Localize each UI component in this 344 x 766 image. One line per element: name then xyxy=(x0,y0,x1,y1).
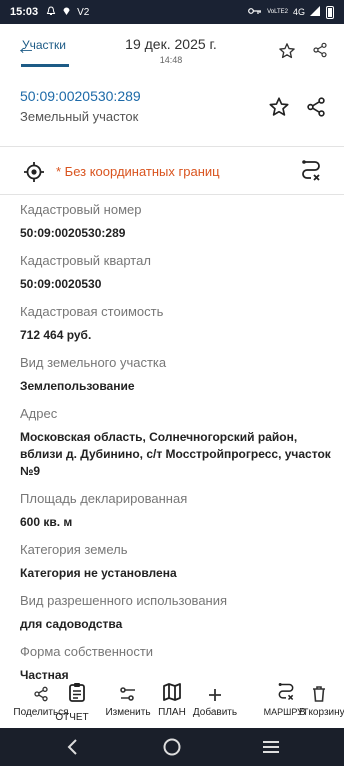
field-label: Кадастровый квартал xyxy=(20,253,151,268)
field-cadastral-quarter: Кадастровый квартал 50:09:0020530 xyxy=(20,252,340,293)
field-value[interactable]: 50:09:0020530 xyxy=(20,276,340,293)
date-text: 19 дек. 2025 г. xyxy=(125,36,217,52)
field-value: Землепользование xyxy=(20,379,135,393)
field-label: Вид земельного участка xyxy=(20,355,167,370)
favorite-star-icon[interactable] xyxy=(268,96,290,123)
field-label: Вид разрешенного использования xyxy=(20,593,228,608)
field-value: 712 464 руб. xyxy=(20,328,92,342)
battery-icon xyxy=(326,5,334,19)
field-value: Категория не установлена xyxy=(20,566,177,580)
target-icon[interactable] xyxy=(22,160,46,189)
nav-menu-icon[interactable] xyxy=(262,740,280,759)
add-button[interactable]: Добавить xyxy=(182,680,248,718)
star-icon[interactable] xyxy=(278,42,296,65)
carrier-label: V2 xyxy=(77,6,90,18)
add-button-label: Добавить xyxy=(192,707,238,718)
trash-button-label: В корзину xyxy=(299,707,344,718)
tab-indicator xyxy=(21,64,69,67)
field-parcel-kind: Вид земельного участка Землепользование xyxy=(20,354,340,395)
field-cadastral-number: Кадастровый номер 50:09:0020530:289 xyxy=(20,201,340,242)
time-text: 14:48 xyxy=(159,55,183,65)
date-display: 19 дек. 2025 г. 14:48 xyxy=(115,36,227,65)
trash-icon xyxy=(275,680,341,702)
field-value: 50:09:0020530:289 xyxy=(20,226,126,240)
route-remove-icon[interactable] xyxy=(300,159,322,188)
parcel-details: Кадастровый номер 50:09:0020530:289 Када… xyxy=(20,201,340,694)
status-time: 15:03 xyxy=(10,6,39,18)
field-value: Московская область, Солнечногорский райо… xyxy=(20,430,331,478)
report-button[interactable]: ОТЧЕТ xyxy=(24,680,90,723)
divider xyxy=(0,194,344,195)
parcel-type: Земельный участок xyxy=(20,109,139,124)
field-ownership-form: Форма собственности Частная xyxy=(20,643,340,684)
field-label: Кадастровый номер xyxy=(20,202,142,217)
alarm-bell-icon xyxy=(46,5,56,19)
field-cadastral-cost: Кадастровая стоимость 712 464 руб. xyxy=(20,303,340,344)
parcel-header: 50:09:0020530:289 Земельный участок xyxy=(20,88,141,124)
system-nav-bar xyxy=(0,728,344,766)
field-address: Адрес Московская область, Солнечногорски… xyxy=(20,405,340,480)
report-button-label: ОТЧЕТ xyxy=(55,712,89,723)
field-value: для садоводства xyxy=(20,617,123,631)
bottom-action-bar: Поделиться ОТЧЕТ Изменить ПЛАН Добавить … xyxy=(0,680,344,728)
share-icon[interactable] xyxy=(312,42,328,63)
field-label: Категория земель xyxy=(20,542,128,557)
trash-button[interactable]: В корзину xyxy=(275,680,344,718)
field-label: Адрес xyxy=(20,406,58,421)
network-label: 4G xyxy=(292,7,305,17)
field-land-category: Категория земель Категория не установлен… xyxy=(20,541,340,582)
clipboard-icon xyxy=(24,680,90,702)
nav-home-icon[interactable] xyxy=(162,737,182,762)
divider xyxy=(0,146,344,147)
field-label: Кадастровая стоимость xyxy=(20,304,164,319)
key-icon xyxy=(248,7,262,17)
tab-parcels[interactable]: Участки xyxy=(22,38,66,52)
coordinates-row[interactable]: * Без координатных границ xyxy=(0,152,344,192)
nav-back-icon[interactable] xyxy=(66,738,78,761)
plus-icon xyxy=(182,680,248,702)
field-label: Площадь декларированная xyxy=(20,491,188,506)
location-icon xyxy=(62,5,71,19)
field-declared-area: Площадь декларированная 600 кв. м xyxy=(20,490,340,531)
field-value: 600 кв. м xyxy=(20,515,73,529)
status-bar: 15:03 V2 VoLTE2 4G xyxy=(0,0,344,24)
app-bar: ← Участки 19 дек. 2025 г. 14:48 xyxy=(0,24,344,74)
parcel-share-icon[interactable] xyxy=(305,96,327,123)
no-coordinates-text: * Без координатных границ xyxy=(56,164,220,179)
signal-icon xyxy=(310,6,321,18)
parcel-cadastral-number[interactable]: 50:09:0020530:289 xyxy=(20,88,141,104)
field-label: Форма собственности xyxy=(20,644,154,659)
field-permitted-use: Вид разрешенного использования для садов… xyxy=(20,592,340,633)
network-sub-label: VoLTE2 xyxy=(267,9,288,15)
